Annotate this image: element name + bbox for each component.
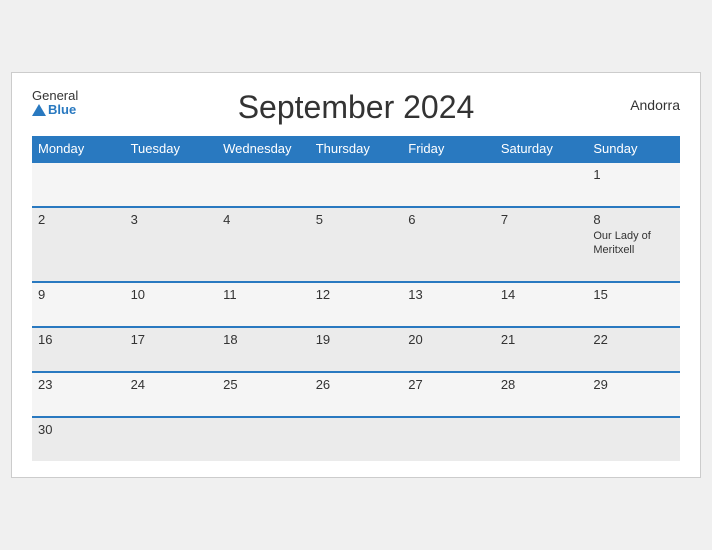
- calendar-day-cell: [310, 162, 403, 207]
- calendar-day-cell: [310, 417, 403, 461]
- day-number: 17: [131, 332, 145, 347]
- calendar-title: September 2024: [238, 89, 475, 126]
- calendar-day-cell: 14: [495, 282, 588, 327]
- calendar-day-cell: [587, 417, 680, 461]
- day-number: 29: [593, 377, 607, 392]
- header-sunday: Sunday: [587, 136, 680, 162]
- calendar-day-cell: 15: [587, 282, 680, 327]
- calendar-week-row: 16 17 18 19 20 21 22: [32, 327, 680, 372]
- calendar-container: General Blue September 2024 Andorra Mond…: [11, 72, 701, 479]
- calendar-day-cell: 22: [587, 327, 680, 372]
- calendar-day-cell: 2: [32, 207, 125, 283]
- calendar-day-cell: 13: [402, 282, 495, 327]
- day-number: 11: [223, 287, 237, 302]
- day-number: 8: [593, 212, 600, 227]
- logo: General Blue: [32, 89, 78, 118]
- calendar-day-cell: 25: [217, 372, 310, 417]
- country-name: Andorra: [630, 97, 680, 113]
- day-number: 6: [408, 212, 415, 227]
- day-number: 15: [593, 287, 607, 302]
- day-number: 18: [223, 332, 237, 347]
- calendar-table: Monday Tuesday Wednesday Thursday Friday…: [32, 136, 680, 462]
- calendar-body: 12345678Our Lady of Meritxell91011121314…: [32, 162, 680, 462]
- calendar-day-cell: 18: [217, 327, 310, 372]
- calendar-day-cell: 3: [125, 207, 218, 283]
- calendar-week-row: 23 24 25 26 27 28 29: [32, 372, 680, 417]
- logo-blue-text: Blue: [32, 103, 78, 117]
- calendar-week-row: 9 10 11 12 13 14 15: [32, 282, 680, 327]
- header-saturday: Saturday: [495, 136, 588, 162]
- calendar-day-cell: 29: [587, 372, 680, 417]
- calendar-day-cell: 7: [495, 207, 588, 283]
- day-number: 13: [408, 287, 422, 302]
- header-friday: Friday: [402, 136, 495, 162]
- event-text: Our Lady of Meritxell: [593, 229, 674, 258]
- calendar-day-cell: 20: [402, 327, 495, 372]
- header-wednesday: Wednesday: [217, 136, 310, 162]
- day-number: 25: [223, 377, 237, 392]
- calendar-day-cell: 4: [217, 207, 310, 283]
- calendar-day-cell: 5: [310, 207, 403, 283]
- header-tuesday: Tuesday: [125, 136, 218, 162]
- calendar-week-row: 2 3 4 5 6 7 8 Our Lady of Meritxell: [32, 207, 680, 283]
- calendar-day-cell: 12: [310, 282, 403, 327]
- calendar-day-cell: 21: [495, 327, 588, 372]
- calendar-day-cell: 26: [310, 372, 403, 417]
- header-thursday: Thursday: [310, 136, 403, 162]
- day-number: 16: [38, 332, 52, 347]
- day-number: 2: [38, 212, 45, 227]
- calendar-day-cell: 23: [32, 372, 125, 417]
- day-number: 22: [593, 332, 607, 347]
- day-number: 28: [501, 377, 515, 392]
- day-number: 3: [131, 212, 138, 227]
- day-number: 23: [38, 377, 52, 392]
- day-number: 26: [316, 377, 330, 392]
- calendar-day-cell: 6: [402, 207, 495, 283]
- calendar-day-cell: 11: [217, 282, 310, 327]
- calendar-day-cell: [495, 417, 588, 461]
- calendar-day-cell: [217, 417, 310, 461]
- day-number: 1: [593, 167, 600, 182]
- calendar-day-cell: 16: [32, 327, 125, 372]
- calendar-day-cell: 9: [32, 282, 125, 327]
- calendar-day-cell: [217, 162, 310, 207]
- header-monday: Monday: [32, 136, 125, 162]
- calendar-day-cell: 1: [587, 162, 680, 207]
- calendar-header: General Blue September 2024 Andorra: [32, 89, 680, 126]
- calendar-day-cell: [495, 162, 588, 207]
- calendar-day-cell: [402, 162, 495, 207]
- day-number: 27: [408, 377, 422, 392]
- calendar-week-row: 1: [32, 162, 680, 207]
- day-number: 5: [316, 212, 323, 227]
- logo-general-text: General: [32, 89, 78, 103]
- calendar-week-row: 30: [32, 417, 680, 461]
- calendar-day-cell: 8 Our Lady of Meritxell: [587, 207, 680, 283]
- calendar-day-cell: 17: [125, 327, 218, 372]
- day-number: 12: [316, 287, 330, 302]
- day-number: 14: [501, 287, 515, 302]
- day-number: 4: [223, 212, 230, 227]
- calendar-day-cell: 30: [32, 417, 125, 461]
- calendar-day-cell: [32, 162, 125, 207]
- day-number: 24: [131, 377, 145, 392]
- day-number: 20: [408, 332, 422, 347]
- calendar-day-cell: 27: [402, 372, 495, 417]
- day-number: 10: [131, 287, 145, 302]
- calendar-day-cell: [125, 162, 218, 207]
- day-number: 7: [501, 212, 508, 227]
- day-number: 19: [316, 332, 330, 347]
- day-number: 30: [38, 422, 52, 437]
- calendar-day-cell: 10: [125, 282, 218, 327]
- calendar-day-cell: 28: [495, 372, 588, 417]
- day-number: 9: [38, 287, 45, 302]
- calendar-day-cell: 24: [125, 372, 218, 417]
- calendar-day-cell: 19: [310, 327, 403, 372]
- day-number: 21: [501, 332, 515, 347]
- calendar-day-cell: [402, 417, 495, 461]
- logo-triangle-icon: [32, 104, 46, 116]
- weekday-header-row: Monday Tuesday Wednesday Thursday Friday…: [32, 136, 680, 162]
- calendar-day-cell: [125, 417, 218, 461]
